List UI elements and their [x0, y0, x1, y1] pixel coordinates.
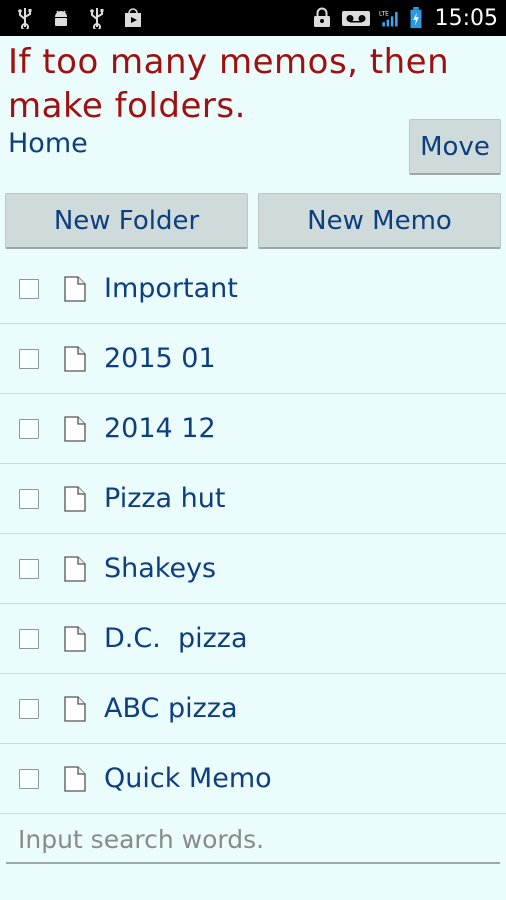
- battery-charging-icon: [410, 7, 422, 29]
- lte-signal-icon: LTE: [379, 11, 398, 27]
- clock: 15:05: [434, 5, 498, 31]
- memo-title: 2015 01: [104, 343, 216, 374]
- memo-checkbox[interactable]: [19, 558, 39, 579]
- lock-icon: [313, 7, 330, 27]
- search-input[interactable]: [6, 816, 500, 864]
- memo-title: Important: [104, 273, 238, 304]
- network-label: LTE: [379, 11, 389, 17]
- memo-row[interactable]: 2015 01: [0, 324, 506, 394]
- document-icon: [64, 765, 86, 792]
- memo-row[interactable]: Shakeys: [0, 534, 506, 604]
- memo-title: Pizza hut: [104, 483, 226, 514]
- breadcrumb[interactable]: Home: [8, 128, 88, 159]
- memo-row[interactable]: Pizza hut: [0, 464, 506, 534]
- memo-checkbox[interactable]: [19, 348, 39, 369]
- voicemail-icon: [341, 11, 370, 26]
- new-folder-button[interactable]: New Folder: [5, 193, 248, 249]
- notification-icons: [14, 7, 144, 29]
- play-store-icon: [125, 8, 141, 27]
- memo-checkbox[interactable]: [19, 488, 39, 509]
- memo-title: ABC pizza: [104, 693, 238, 724]
- memo-row[interactable]: 2014 12: [0, 394, 506, 464]
- document-icon: [64, 345, 86, 372]
- memo-title: D.C. pizza: [104, 623, 248, 654]
- memo-row[interactable]: Important: [0, 254, 506, 324]
- memo-row[interactable]: D.C. pizza: [0, 604, 506, 674]
- android-debug-icon: [55, 10, 67, 26]
- memo-checkbox[interactable]: [19, 418, 39, 439]
- document-icon: [64, 555, 86, 582]
- memo-row[interactable]: Quick Memo: [0, 744, 506, 814]
- document-icon: [64, 625, 86, 652]
- new-memo-button[interactable]: New Memo: [258, 193, 501, 249]
- memo-title: Shakeys: [104, 553, 217, 584]
- document-icon: [64, 275, 86, 302]
- memo-title: 2014 12: [104, 413, 216, 444]
- status-bar: LTE 15:05: [0, 0, 506, 36]
- memo-title: Quick Memo: [104, 763, 272, 794]
- document-icon: [64, 485, 86, 512]
- memo-row[interactable]: ABC pizza: [0, 674, 506, 744]
- move-button[interactable]: Move: [409, 119, 501, 175]
- usb-icon: [18, 8, 32, 29]
- memo-checkbox[interactable]: [19, 278, 39, 299]
- memo-list: Important 2015 01 2014 12 Pizza hut Shak…: [0, 254, 506, 814]
- memo-checkbox[interactable]: [19, 628, 39, 649]
- document-icon: [64, 695, 86, 722]
- memo-checkbox[interactable]: [19, 698, 39, 719]
- memo-checkbox[interactable]: [19, 768, 39, 789]
- system-icons: LTE 15:05: [311, 6, 498, 31]
- document-icon: [64, 415, 86, 442]
- usb-icon: [90, 8, 104, 29]
- tagline: If too many memos, then make folders.: [8, 42, 450, 126]
